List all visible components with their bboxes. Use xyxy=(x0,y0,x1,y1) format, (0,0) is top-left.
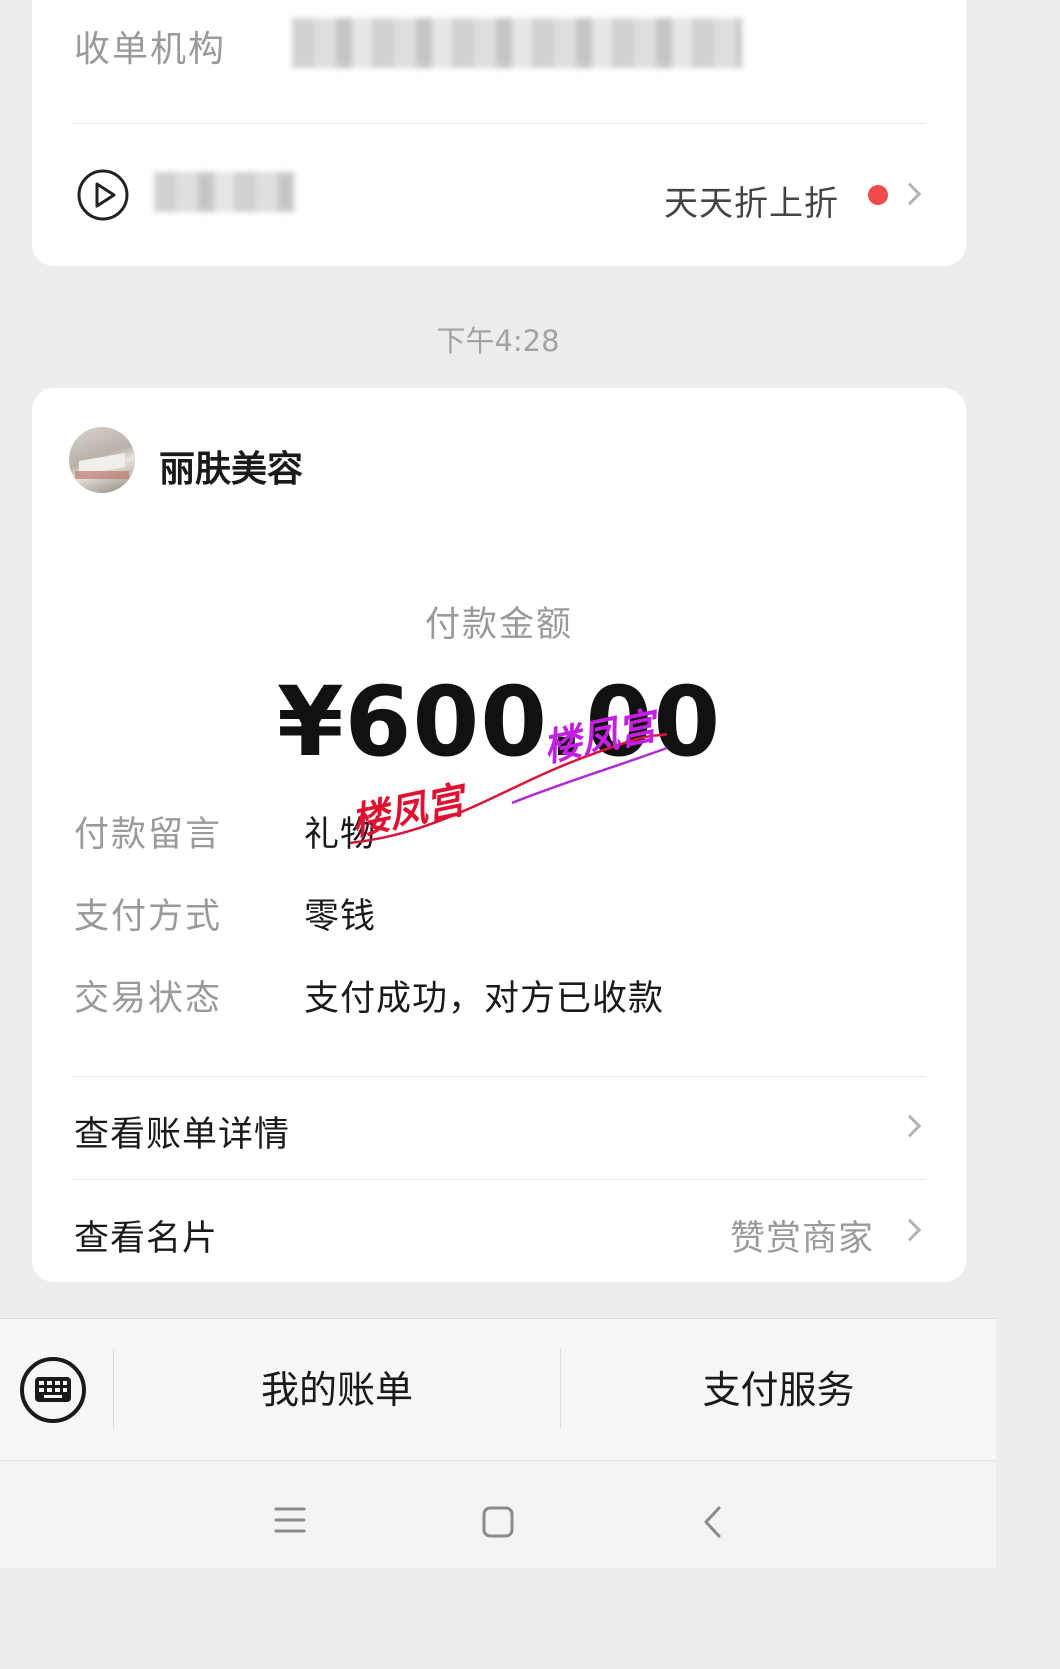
menu-icon[interactable] xyxy=(272,1505,308,1535)
chevron-right-icon xyxy=(898,1218,922,1242)
home-square-icon[interactable] xyxy=(481,1505,515,1539)
merchant-avatar[interactable] xyxy=(69,427,135,493)
payment-card: 丽肤美容 付款金额 ¥600.00 付款留言 礼物 支付方式 零钱 交易状态 支… xyxy=(32,388,966,1282)
status-value: 支付成功，对方已收款 xyxy=(304,979,665,1019)
merchant-value-redacted xyxy=(292,18,742,68)
amount-label: 付款金额 xyxy=(424,605,573,645)
view-card-label: 查看名片 xyxy=(74,1219,219,1259)
promo-text[interactable]: 天天折上折 xyxy=(664,176,839,225)
back-icon[interactable] xyxy=(700,1505,724,1539)
pay-method-label: 支付方式 xyxy=(74,897,223,937)
status-label: 交易状态 xyxy=(74,979,223,1019)
divider xyxy=(72,1076,926,1077)
bottom-action-bar: 我的账单 支付服务 xyxy=(0,1318,996,1460)
merchant-label: 收单机构 xyxy=(74,29,227,70)
service-name-redacted xyxy=(154,172,294,212)
pay-method-value: 零钱 xyxy=(304,897,377,937)
pay-service-button[interactable]: 支付服务 xyxy=(561,1319,996,1461)
chevron-right-icon[interactable] xyxy=(898,182,922,206)
keyboard-icon[interactable] xyxy=(18,1355,88,1425)
chevron-right-icon xyxy=(898,1114,922,1138)
reward-merchant-label: 赞赏商家 xyxy=(730,1219,875,1259)
message-timestamp: 下午4:28 xyxy=(436,324,560,358)
play-circle-icon[interactable] xyxy=(76,168,130,222)
message-label: 付款留言 xyxy=(74,815,223,855)
bill-details-link[interactable]: 查看账单详情 xyxy=(32,1078,966,1178)
system-navigation-bar xyxy=(0,1460,996,1568)
bill-details-label: 查看账单详情 xyxy=(74,1115,291,1155)
my-bills-button[interactable]: 我的账单 xyxy=(114,1319,560,1461)
notification-dot xyxy=(868,185,888,205)
view-card-link[interactable]: 查看名片 赞赏商家 xyxy=(32,1180,966,1280)
merchant-info-card: 收单机构 天天折上折 xyxy=(32,0,966,266)
merchant-name: 丽肤美容 xyxy=(159,449,304,490)
divider xyxy=(72,123,926,124)
